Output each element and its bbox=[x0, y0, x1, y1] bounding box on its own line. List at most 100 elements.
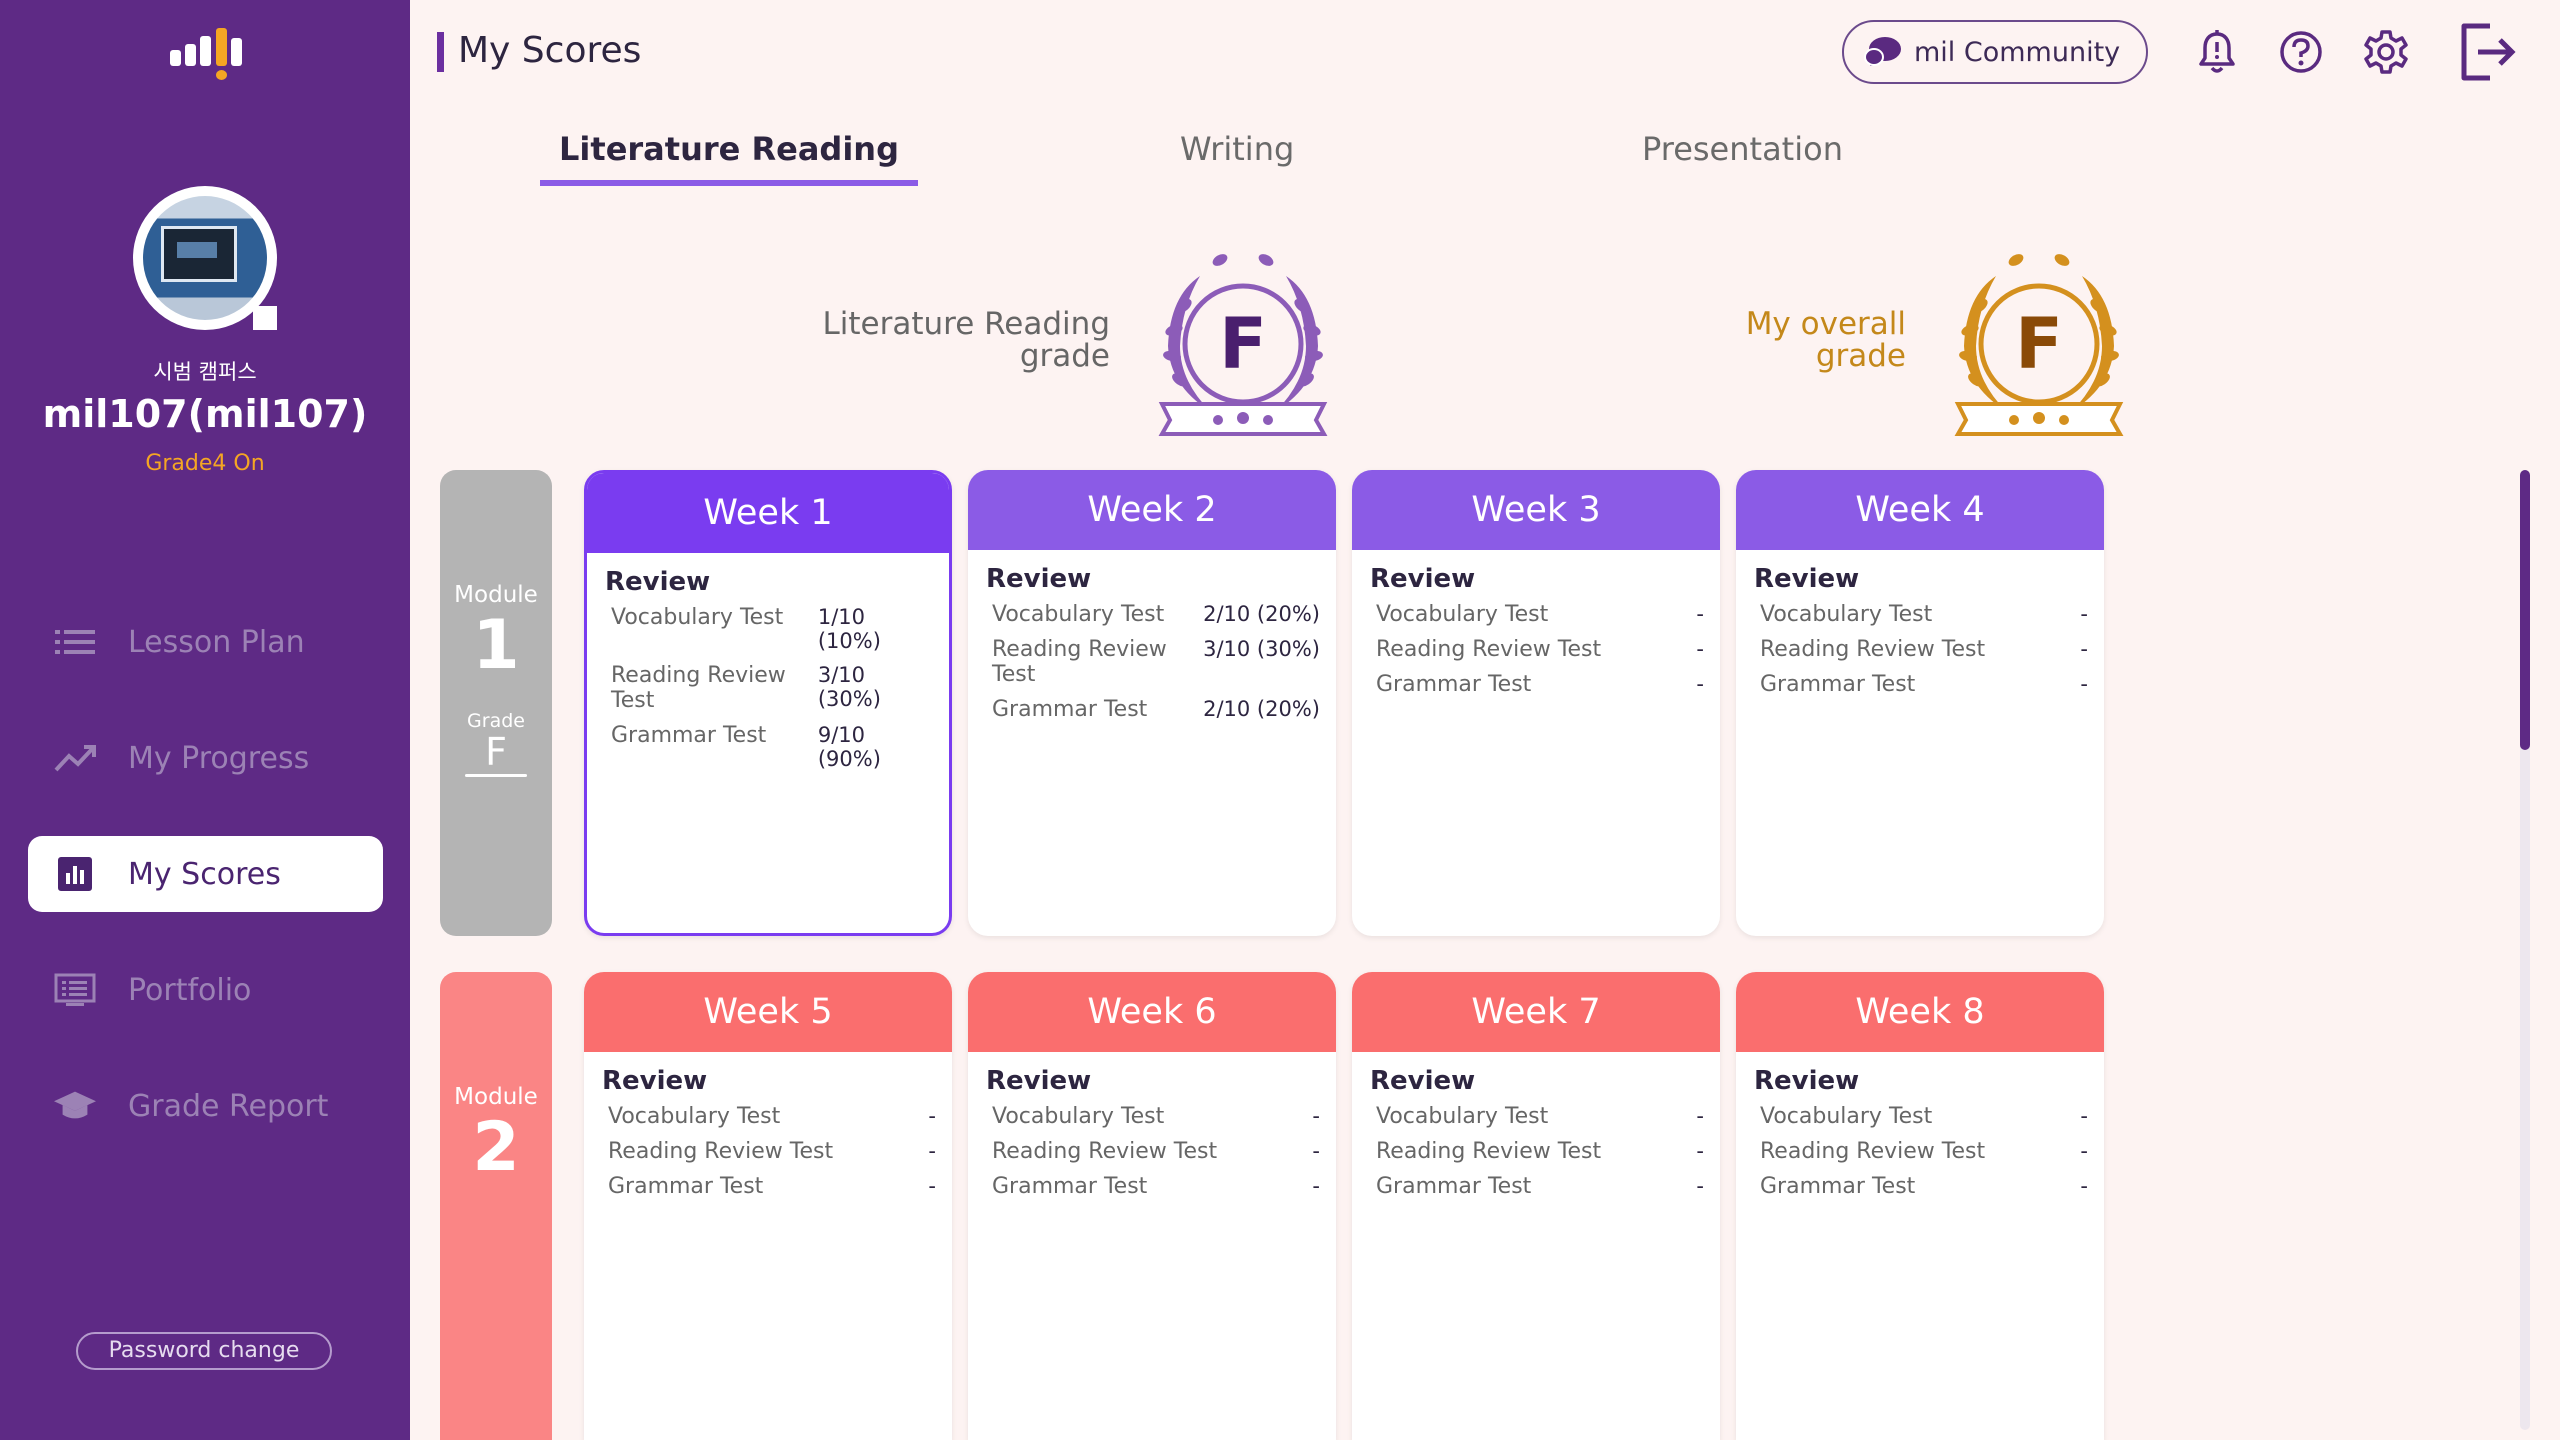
module-label: Module bbox=[454, 1084, 538, 1110]
password-change-button[interactable]: Password change bbox=[76, 1332, 332, 1370]
week-title: Week 4 bbox=[1736, 470, 2104, 550]
score-row-reading: Reading Review Test - bbox=[1370, 1139, 1704, 1164]
sidebar-item-portfolio[interactable]: Portfolio bbox=[28, 952, 383, 1028]
week-card-2[interactable]: Week 2 Review Vocabulary Test 2/10 (20%) … bbox=[968, 470, 1336, 936]
module-1-badge: Module 1 Grade F bbox=[440, 470, 552, 936]
bar-chart-icon bbox=[54, 857, 96, 891]
score-row-vocabulary: Vocabulary Test - bbox=[602, 1104, 936, 1129]
test-name: Vocabulary Test bbox=[1760, 1104, 1933, 1129]
week-card-8[interactable]: Week 8 Review Vocabulary Test - Reading R… bbox=[1736, 972, 2104, 1440]
test-score: 2/10 (20%) bbox=[1203, 697, 1320, 721]
tab-presentation[interactable]: Presentation bbox=[1642, 130, 1843, 186]
score-row-grammar: Grammar Test - bbox=[602, 1174, 936, 1199]
test-score: - bbox=[1312, 1104, 1320, 1128]
week-card-1[interactable]: Week 1 Review Vocabulary Test 1/10 (10%) … bbox=[584, 470, 952, 936]
username: mil107(mil107) bbox=[42, 392, 368, 436]
tab-literature-reading[interactable]: Literature Reading bbox=[540, 130, 918, 186]
score-row-vocabulary: Vocabulary Test - bbox=[1754, 602, 2088, 627]
sidebar-item-label: Lesson Plan bbox=[128, 624, 305, 660]
test-score: - bbox=[1696, 1104, 1704, 1128]
sidebar-item-my-progress[interactable]: My Progress bbox=[28, 720, 383, 796]
test-name: Reading Review Test bbox=[1376, 637, 1602, 662]
help-icon[interactable] bbox=[2277, 28, 2325, 76]
score-row-reading: Reading Review Test 3/10 (30%) bbox=[986, 637, 1320, 687]
test-score: - bbox=[2080, 1174, 2088, 1198]
week-title: Week 5 bbox=[584, 972, 952, 1052]
page-title: My Scores bbox=[458, 30, 642, 71]
test-score: - bbox=[2080, 1139, 2088, 1163]
test-name: Reading Review Test bbox=[608, 1139, 834, 1164]
week-card-5[interactable]: Week 5 Review Vocabulary Test - Reading R… bbox=[584, 972, 952, 1440]
literature-grade-label: Literature Reading grade bbox=[780, 308, 1110, 372]
test-score: - bbox=[928, 1174, 936, 1198]
week-title: Week 8 bbox=[1736, 972, 2104, 1052]
test-name: Grammar Test bbox=[992, 1174, 1148, 1199]
test-name: Vocabulary Test bbox=[608, 1104, 781, 1129]
score-row-vocabulary: Vocabulary Test - bbox=[1754, 1104, 2088, 1129]
overall-grade-label-line1: My overall bbox=[1745, 306, 1906, 342]
week-card-7[interactable]: Week 7 Review Vocabulary Test - Reading R… bbox=[1352, 972, 1720, 1440]
test-score: - bbox=[1696, 1174, 1704, 1198]
test-score: - bbox=[928, 1139, 936, 1163]
review-label: Review bbox=[605, 567, 711, 597]
bell-icon[interactable] bbox=[2193, 28, 2241, 76]
module-number: 2 bbox=[472, 1108, 520, 1187]
week-card-6[interactable]: Week 6 Review Vocabulary Test - Reading R… bbox=[968, 972, 1336, 1440]
week-card-3[interactable]: Week 3 Review Vocabulary Test - Reading R… bbox=[1352, 470, 1720, 936]
week-title: Week 2 bbox=[968, 470, 1336, 550]
module-2-badge: Module 2 bbox=[440, 972, 552, 1440]
test-name: Grammar Test bbox=[1376, 1174, 1532, 1199]
logo bbox=[168, 26, 242, 80]
score-row-grammar: Grammar Test 2/10 (20%) bbox=[986, 697, 1320, 722]
review-label: Review bbox=[1754, 1066, 1860, 1096]
module-label: Module bbox=[454, 582, 538, 608]
week-card-4[interactable]: Week 4 Review Vocabulary Test - Reading R… bbox=[1736, 470, 2104, 936]
avatar[interactable] bbox=[133, 186, 277, 330]
test-name: Reading Review Test bbox=[611, 663, 786, 713]
test-score: 3/10 (30%) bbox=[817, 663, 881, 711]
test-name: Vocabulary Test bbox=[992, 1104, 1165, 1129]
review-label: Review bbox=[1370, 1066, 1476, 1096]
score-row-vocabulary: Vocabulary Test - bbox=[1370, 602, 1704, 627]
week-title: Week 7 bbox=[1352, 972, 1720, 1052]
scrollbar[interactable] bbox=[2520, 470, 2530, 1430]
test-name: Vocabulary Test bbox=[1376, 1104, 1549, 1129]
test-name: Vocabulary Test bbox=[992, 602, 1165, 627]
community-button[interactable]: mil Community bbox=[1842, 20, 2148, 84]
test-name: Vocabulary Test bbox=[1760, 602, 1933, 627]
score-row-reading: Reading Review Test - bbox=[1370, 637, 1704, 662]
sidebar: 시범 캠퍼스 mil107(mil107) Grade4 On Lesson P… bbox=[0, 0, 410, 1440]
score-row-grammar: Grammar Test - bbox=[1370, 1174, 1704, 1199]
score-row-reading: Reading Review Test - bbox=[1754, 1139, 2088, 1164]
test-name: Vocabulary Test bbox=[1376, 602, 1549, 627]
sidebar-item-lesson-plan[interactable]: Lesson Plan bbox=[28, 604, 383, 680]
test-score: - bbox=[1312, 1139, 1320, 1163]
sidebar-item-my-scores[interactable]: My Scores bbox=[28, 836, 383, 912]
literature-grade-label-line1: Literature Reading bbox=[822, 306, 1110, 342]
page-title-accent bbox=[437, 32, 444, 72]
scrollbar-thumb[interactable] bbox=[2520, 470, 2530, 750]
chat-bubble-icon bbox=[1864, 36, 1902, 68]
sidebar-item-label: My Progress bbox=[128, 740, 310, 776]
test-name: Grammar Test bbox=[608, 1174, 764, 1199]
test-score: - bbox=[928, 1104, 936, 1128]
week-title: Week 1 bbox=[587, 473, 949, 553]
test-score: - bbox=[2080, 637, 2088, 661]
week-title: Week 3 bbox=[1352, 470, 1720, 550]
gear-icon[interactable] bbox=[2362, 28, 2410, 76]
list-icon bbox=[54, 625, 96, 659]
test-score: - bbox=[2080, 672, 2088, 696]
review-label: Review bbox=[986, 564, 1092, 594]
test-name: Reading Review Test bbox=[992, 637, 1167, 687]
review-label: Review bbox=[1370, 564, 1476, 594]
review-label: Review bbox=[986, 1066, 1092, 1096]
sidebar-item-grade-report[interactable]: Grade Report bbox=[28, 1068, 383, 1144]
module-grade-underline bbox=[465, 774, 527, 777]
graduation-cap-icon bbox=[54, 1089, 96, 1123]
tab-writing[interactable]: Writing bbox=[1180, 130, 1294, 186]
logout-icon[interactable] bbox=[2456, 20, 2520, 84]
portfolio-icon bbox=[54, 973, 96, 1007]
test-name: Grammar Test bbox=[992, 697, 1148, 722]
score-row-reading: Reading Review Test - bbox=[602, 1139, 936, 1164]
test-name: Reading Review Test bbox=[1376, 1139, 1602, 1164]
